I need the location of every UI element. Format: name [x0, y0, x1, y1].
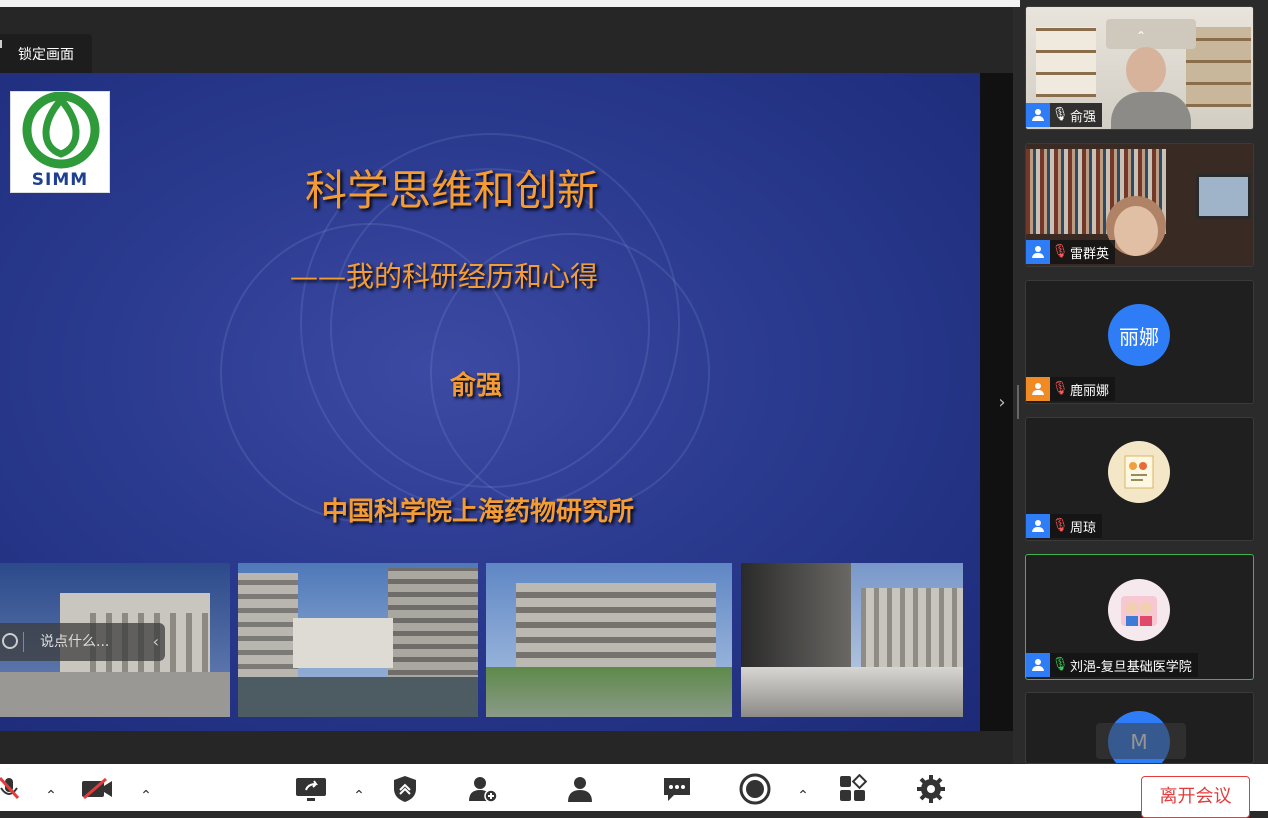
participant-tile[interactable]: 🎙 雷群英	[1025, 143, 1254, 267]
mic-muted-icon[interactable]	[0, 774, 26, 804]
microphone-active-icon: 🎙	[1051, 657, 1069, 672]
lock-marker-icon	[0, 40, 6, 48]
participant-name-tag: 🎙 雷群英	[1026, 240, 1116, 264]
participants-panel: 🎙 俞强 ⌃ 🎙 雷群英 丽娜 🎙 鹿丽娜 🎙 周琼 🎙 刘浥-复旦基础医学院	[1020, 0, 1268, 764]
building-photo	[238, 563, 478, 717]
participant-tile-active[interactable]: 🎙 刘浥-复旦基础医学院	[1025, 554, 1254, 680]
security-icon[interactable]	[388, 774, 422, 804]
slide-title: 科学思维和创新	[305, 166, 600, 215]
participant-name: 雷群英	[1070, 246, 1110, 262]
participant-name-tag: 🎙 俞强	[1026, 103, 1103, 127]
participant-name-tag: 🎙 刘浥-复旦基础医学院	[1026, 653, 1198, 677]
participant-role-icon	[1026, 653, 1050, 677]
chat-icon[interactable]	[660, 774, 694, 804]
participant-role-icon	[1026, 240, 1050, 264]
chevron-up-icon[interactable]: ⌃	[351, 788, 367, 804]
chat-separator	[23, 632, 24, 652]
record-icon[interactable]	[738, 773, 772, 805]
participant-tile[interactable]: M	[1025, 692, 1254, 764]
participant-name: 鹿丽娜	[1070, 383, 1110, 399]
meeting-toolbar: ⌃ ⌃ ⌃ ⌃	[0, 764, 1268, 811]
slide-author: 俞强	[450, 371, 503, 401]
microphone-muted-icon: 🎙	[1051, 244, 1069, 259]
logo-text: SIMM	[31, 170, 89, 190]
tile-overlay	[1096, 723, 1186, 759]
slide-subtitle: ——我的科研经历和心得	[290, 260, 599, 293]
chevron-left-icon[interactable]: ‹	[153, 623, 159, 661]
building-photo	[486, 563, 732, 717]
participant-name: 周琼	[1070, 520, 1097, 536]
chevron-up-icon[interactable]: ⌃	[138, 788, 154, 804]
chat-input-box[interactable]: 说点什么... ‹	[0, 623, 165, 661]
lock-view-label: 锁定画面	[18, 47, 74, 63]
participant-avatar	[1108, 441, 1170, 503]
chat-placeholder: 说点什么...	[40, 634, 110, 650]
apps-icon[interactable]	[836, 774, 870, 804]
simm-logo: SIMM	[10, 91, 110, 193]
participant-avatar	[1108, 579, 1170, 641]
building-photo	[741, 563, 963, 717]
participant-role-icon	[1026, 377, 1050, 401]
participant-role-icon	[1026, 103, 1050, 127]
microphone-icon: 🎙	[1051, 107, 1069, 122]
slide-institute: 中国科学院上海药物研究所	[322, 497, 635, 527]
participant-name: 俞强	[1070, 109, 1097, 125]
presentation-slide: SIMM 科学思维和创新 ——我的科研经历和心得 俞强 中国科学院上海药物研究所	[0, 73, 980, 731]
lock-view-tag[interactable]: 锁定画面	[0, 34, 92, 76]
chevron-up-icon[interactable]: ⌃	[795, 788, 811, 804]
avatar-image-icon	[1124, 455, 1154, 489]
participant-role-icon	[1026, 514, 1050, 538]
chevron-up-icon[interactable]: ⌃	[1136, 29, 1152, 43]
camera-off-icon[interactable]	[80, 774, 114, 804]
invite-icon[interactable]	[466, 774, 500, 804]
participant-avatar: 丽娜	[1108, 304, 1170, 366]
avatar-image-icon	[1121, 596, 1157, 626]
settings-icon[interactable]	[914, 774, 948, 804]
simm-logo-icon	[22, 91, 100, 169]
panel-resize-handle[interactable]	[1017, 385, 1019, 419]
chevron-up-icon[interactable]: ⌃	[43, 788, 59, 804]
microphone-muted-icon: 🎙	[1051, 381, 1069, 396]
leave-meeting-button[interactable]: 离开会议	[1141, 776, 1250, 818]
participant-name-tag: 🎙 鹿丽娜	[1026, 377, 1116, 401]
microphone-muted-icon: 🎙	[1051, 518, 1069, 533]
participant-name-tag: 🎙 周琼	[1026, 514, 1103, 538]
share-screen-icon[interactable]	[294, 774, 328, 804]
participant-tile[interactable]: 🎙 周琼	[1025, 417, 1254, 541]
participants-icon[interactable]	[563, 774, 597, 804]
participant-name: 刘浥-复旦基础医学院	[1070, 659, 1192, 675]
participant-tile[interactable]: 🎙 俞强 ⌃	[1025, 6, 1254, 130]
emoji-icon[interactable]	[2, 633, 18, 649]
chevron-right-icon[interactable]: ›	[993, 390, 1011, 416]
participant-tile[interactable]: 丽娜 🎙 鹿丽娜	[1025, 280, 1254, 404]
